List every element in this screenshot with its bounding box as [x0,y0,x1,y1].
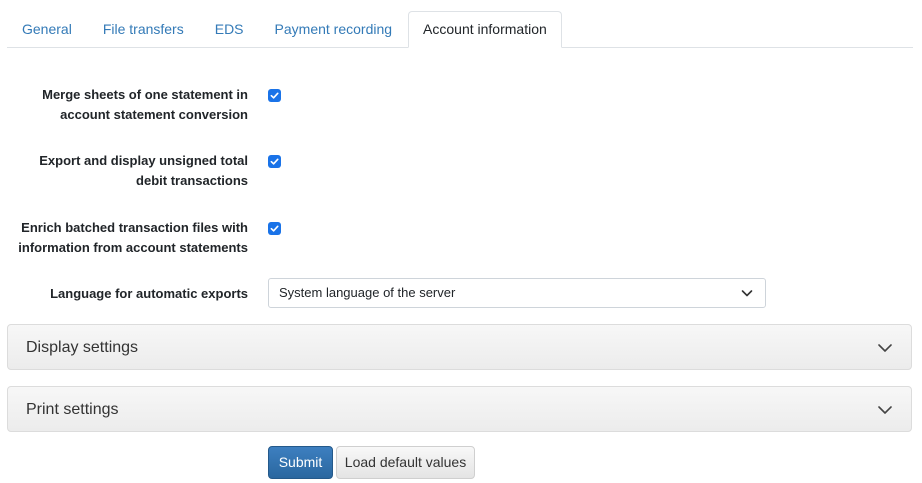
tab-general[interactable]: General [7,11,87,47]
tab-file-transfers[interactable]: File transfers [88,11,199,47]
chevron-down-icon [741,290,753,297]
unsigned-debit-label-line1: Export and display unsigned total [39,153,248,168]
checkmark-icon [270,158,279,165]
chevron-down-icon [878,406,892,414]
settings-tabs: General File transfers EDS Payment recor… [7,11,913,48]
display-settings-title: Display settings [26,339,139,356]
unsigned-debit-checkbox[interactable] [268,155,281,168]
enrich-batched-checkbox[interactable] [268,222,281,235]
language-label: Language for automatic exports [50,286,248,301]
account-information-page: General File transfers EDS Payment recor… [0,0,922,483]
load-default-values-button[interactable]: Load default values [336,446,475,479]
enrich-batched-label-line2: information from account statements [18,240,248,255]
enrich-batched-label: Enrich batched transaction files with in… [3,218,248,258]
tab-payment-recording[interactable]: Payment recording [260,11,408,47]
language-select[interactable]: System language of the server [268,278,766,308]
print-settings-title: Print settings [26,401,119,418]
submit-button[interactable]: Submit [268,446,333,479]
tab-eds[interactable]: EDS [200,11,259,47]
print-settings-panel[interactable]: Print settings [7,386,912,432]
language-select-value: System language of the server [279,285,456,300]
display-settings-panel[interactable]: Display settings [7,324,912,370]
checkmark-icon [270,225,279,232]
tab-account-information[interactable]: Account information [408,11,562,48]
merge-sheets-label-line1: Merge sheets of one statement in [42,87,248,102]
checkmark-icon [270,92,279,99]
enrich-batched-label-line1: Enrich batched transaction files with [21,220,248,235]
unsigned-debit-label: Export and display unsigned total debit … [3,151,248,191]
merge-sheets-checkbox[interactable] [268,89,281,102]
unsigned-debit-label-line2: debit transactions [136,173,248,188]
merge-sheets-label-line2: account statement conversion [60,107,248,122]
merge-sheets-label: Merge sheets of one statement in account… [3,85,248,125]
chevron-down-icon [878,344,892,352]
